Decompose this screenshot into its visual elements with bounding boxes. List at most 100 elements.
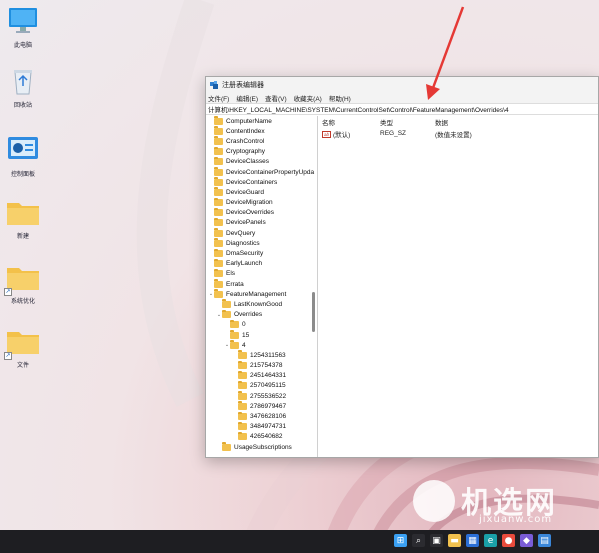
key-tree[interactable]: ComputerName ContentIndex CrashControl Cryp… bbox=[206, 116, 318, 457]
address-bar[interactable]: 计算机\HKEY_LOCAL_MACHINE\SYSTEM\CurrentCon… bbox=[206, 103, 598, 115]
folder-icon bbox=[238, 360, 247, 370]
value-row[interactable]: ab (默认) REG_SZ (数值未设置) bbox=[318, 128, 598, 139]
tree-node[interactable]: 1254311563 bbox=[206, 350, 317, 360]
folder-icon bbox=[222, 309, 231, 319]
tree-node[interactable]: DeviceGuard bbox=[206, 187, 317, 197]
folder-icon bbox=[214, 217, 223, 227]
edge-icon[interactable]: e bbox=[484, 534, 497, 547]
folder-icon bbox=[214, 146, 223, 156]
tree-node[interactable]: DevQuery bbox=[206, 228, 317, 238]
folder-icon bbox=[214, 126, 223, 135]
shortcut-arrow-icon: ↗ bbox=[4, 352, 12, 360]
computer-icon bbox=[9, 8, 37, 33]
tree-node-label: DeviceGuard bbox=[226, 188, 264, 196]
string-value-icon: ab bbox=[322, 131, 332, 139]
tree-node[interactable]: DeviceContainerPropertyUpda bbox=[206, 167, 317, 177]
tree-node-label: 15 bbox=[242, 331, 250, 339]
desktop-icon-label: 此电脑 bbox=[13, 42, 32, 49]
tree-node[interactable]: DeviceClasses bbox=[206, 156, 317, 167]
tree-scrollbar[interactable] bbox=[312, 292, 315, 332]
chrome-icon[interactable]: ● bbox=[502, 534, 515, 547]
folder-icon bbox=[238, 401, 247, 410]
tree-node-label: DeviceContainers bbox=[226, 178, 278, 186]
tree-node[interactable]: 426540682 bbox=[206, 431, 317, 442]
tree-node[interactable]: DmaSecurity bbox=[206, 248, 317, 258]
address-path[interactable]: 计算机\HKEY_LOCAL_MACHINE\SYSTEM\CurrentCon… bbox=[208, 104, 509, 114]
tree-node[interactable]: UsageSubscriptions bbox=[206, 442, 317, 452]
desktop-icon[interactable]: 控制面板 bbox=[2, 135, 44, 179]
desktop-icon[interactable]: ↗ 系统优化 bbox=[2, 262, 44, 306]
menu-item[interactable]: 编辑(E) bbox=[236, 93, 258, 103]
task-view-icon[interactable]: ▣ bbox=[430, 534, 443, 547]
folder-icon bbox=[214, 167, 223, 176]
folder-icon bbox=[7, 203, 39, 225]
search-icon[interactable]: ⌕ bbox=[412, 534, 425, 547]
column-name[interactable]: 名称 bbox=[318, 117, 380, 127]
desktop-icon[interactable]: ↗ 文件 bbox=[2, 326, 44, 370]
menu-item[interactable]: 文件(F) bbox=[208, 93, 229, 103]
tree-node-label: EarlyLaunch bbox=[226, 260, 263, 268]
tree-node-label: 1254311563 bbox=[250, 351, 286, 359]
desktop-icon[interactable]: 新建 bbox=[2, 197, 44, 241]
tree-node[interactable]: DeviceContainers bbox=[206, 177, 317, 187]
tree-node[interactable]: Diagnostics bbox=[206, 238, 317, 248]
tree-node[interactable]: Cryptography bbox=[206, 146, 317, 157]
tree-node[interactable]: ContentIndex bbox=[206, 126, 317, 136]
tree-node[interactable]: 15 bbox=[206, 330, 317, 340]
store-icon[interactable]: ▦ bbox=[466, 534, 479, 547]
folder-icon bbox=[222, 442, 231, 451]
tree-node[interactable]: CrashControl bbox=[206, 136, 317, 146]
tree-node[interactable]: LastKnownGood bbox=[206, 299, 317, 309]
desktop-icon-label: 新建 bbox=[16, 233, 29, 240]
window-title: 注册表编辑器 bbox=[222, 81, 264, 89]
tree-node[interactable]: 2570495115 bbox=[206, 380, 317, 391]
desktop-icon[interactable]: 回收站 bbox=[2, 66, 44, 110]
tree-node-label: DevicePanels bbox=[226, 219, 266, 227]
tree-node[interactable]: DeviceOverrides bbox=[206, 207, 317, 218]
desktop-icon[interactable]: 此电脑 bbox=[2, 6, 44, 50]
tree-node[interactable]: ⌄ Overrides bbox=[206, 309, 317, 320]
title-bar[interactable]: 注册表编辑器 bbox=[206, 77, 598, 92]
tree-node[interactable]: Errata bbox=[206, 279, 317, 289]
recycle-bin-icon bbox=[14, 70, 32, 95]
folder-icon bbox=[238, 380, 247, 390]
values-header: 名称 类型 数据 bbox=[318, 116, 598, 128]
folder-icon bbox=[230, 330, 239, 339]
file-explorer-icon[interactable]: ▬ bbox=[448, 534, 461, 547]
folder-icon bbox=[214, 136, 223, 145]
tree-node[interactable]: ComputerName bbox=[206, 116, 317, 126]
tree-node[interactable]: 2786979467 bbox=[206, 401, 317, 411]
tree-node[interactable]: 3484974731 bbox=[206, 421, 317, 432]
tree-node-label: DeviceMigration bbox=[226, 199, 273, 207]
windows-start-icon[interactable]: ⊞ bbox=[394, 534, 407, 547]
value-type: REG_SZ bbox=[380, 130, 407, 137]
menu-item[interactable]: 查看(V) bbox=[265, 93, 287, 103]
folder-icon bbox=[214, 116, 223, 125]
tree-node[interactable]: 3476628106 bbox=[206, 411, 317, 421]
tree-node[interactable]: DeviceMigration bbox=[206, 197, 317, 208]
column-data[interactable]: 数据 bbox=[435, 117, 448, 127]
desktop-icon-label: 文件 bbox=[16, 362, 29, 369]
value-data: (数值未设置) bbox=[435, 131, 472, 139]
tree-node[interactable]: 2451464331 bbox=[206, 370, 317, 381]
regedit-icon[interactable]: ▤ bbox=[538, 534, 551, 547]
menu-item[interactable]: 帮助(H) bbox=[329, 93, 351, 103]
tree-node[interactable]: DevicePanels bbox=[206, 217, 317, 228]
tree-node-label: 426540682 bbox=[250, 433, 283, 441]
tree-node-label: 2570495115 bbox=[250, 382, 286, 390]
tree-node-label: ContentIndex bbox=[226, 127, 265, 135]
tree-node[interactable]: 215754378 bbox=[206, 360, 317, 371]
tree-node[interactable]: 2755536522 bbox=[206, 391, 317, 401]
regedit-window[interactable]: 注册表编辑器 文件(F) 编辑(E) 查看(V) 收藏夹(A) 帮助(H) 计算机\HK… bbox=[205, 76, 599, 458]
tree-node[interactable]: Els bbox=[206, 268, 317, 279]
value-name: (默认) bbox=[333, 131, 351, 139]
tree-node[interactable]: EarlyLaunch bbox=[206, 258, 317, 269]
tree-node[interactable]: ⌄ FeatureManagement bbox=[206, 289, 317, 299]
app-icon[interactable]: ◆ bbox=[520, 534, 533, 547]
tree-node[interactable]: ⌄ 4 bbox=[206, 340, 317, 350]
values-pane[interactable]: 名称 类型 数据 ab (默认) REG_SZ (数值未设置) bbox=[318, 116, 598, 457]
column-type[interactable]: 类型 bbox=[380, 117, 435, 127]
tree-node[interactable]: 0 bbox=[206, 319, 317, 330]
menu-item[interactable]: 收藏夹(A) bbox=[294, 93, 322, 103]
tree-node-label: DmaSecurity bbox=[226, 250, 264, 258]
